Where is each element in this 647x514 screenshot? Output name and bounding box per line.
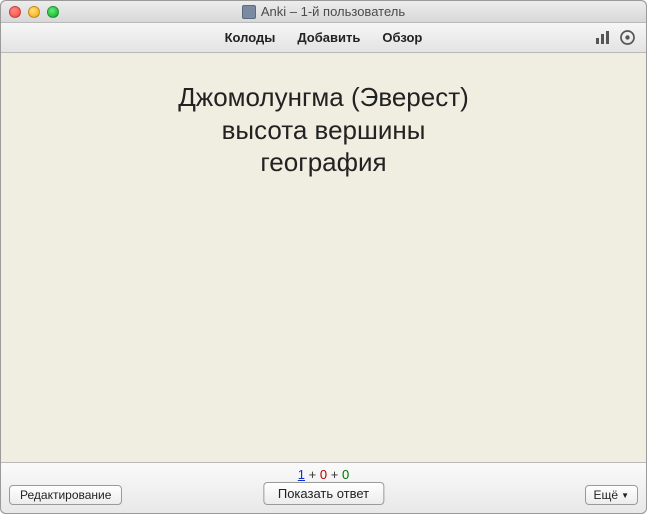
close-button[interactable]: [9, 6, 21, 18]
show-answer-button[interactable]: Показать ответ: [263, 482, 384, 505]
bottom-bar: 1 + 0 + 0 Редактирование Показать ответ …: [1, 463, 646, 513]
window-title: Anki – 1-й пользователь: [261, 4, 405, 19]
window-controls: [9, 6, 59, 18]
card-line-1: Джомолунгма (Эверест): [178, 81, 469, 114]
card-counts: 1 + 0 + 0: [1, 467, 646, 482]
card-line-2: высота вершины: [178, 114, 469, 147]
menu-decks[interactable]: Колоды: [225, 30, 276, 45]
toolbar: Колоды Добавить Обзор: [1, 23, 646, 53]
edit-button[interactable]: Редактирование: [9, 485, 122, 505]
sync-icon[interactable]: [618, 29, 636, 47]
zoom-button[interactable]: [47, 6, 59, 18]
card-line-3: география: [178, 146, 469, 179]
menu-add[interactable]: Добавить: [297, 30, 360, 45]
count-review: 0: [342, 467, 349, 482]
more-button[interactable]: Ещё ▼: [585, 485, 638, 505]
count-learn: 0: [320, 467, 327, 482]
app-window: Anki – 1-й пользователь Колоды Добавить …: [0, 0, 647, 514]
card-front: Джомолунгма (Эверест) высота вершины гео…: [178, 81, 469, 179]
stats-icon[interactable]: [594, 29, 612, 47]
app-icon: [242, 5, 256, 19]
chevron-down-icon: ▼: [621, 491, 629, 500]
minimize-button[interactable]: [28, 6, 40, 18]
card-area: Джомолунгма (Эверест) высота вершины гео…: [1, 53, 646, 463]
titlebar: Anki – 1-й пользователь: [1, 1, 646, 23]
count-new: 1: [298, 467, 305, 482]
menu-browse[interactable]: Обзор: [382, 30, 422, 45]
